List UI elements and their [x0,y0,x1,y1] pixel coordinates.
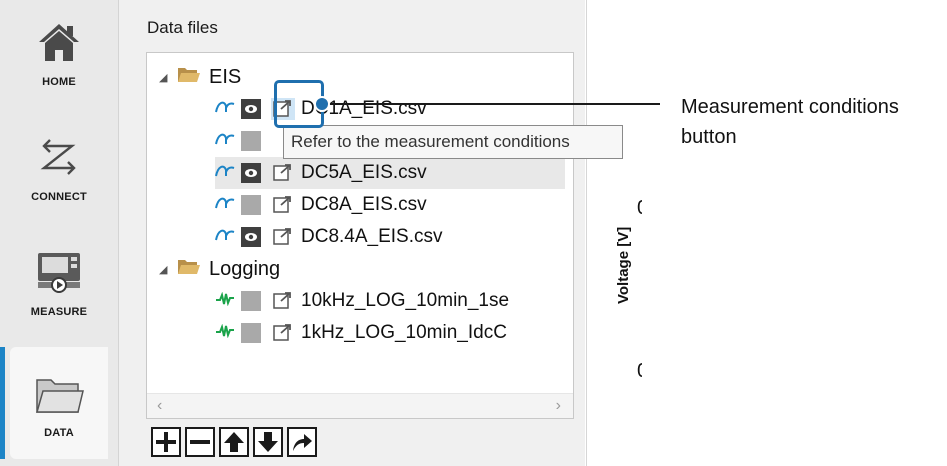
eis-wave-icon [215,196,237,215]
callout-line-2: button [681,126,737,148]
panel-title: Data files [147,18,218,37]
connect-icon [31,131,87,183]
add-file-button[interactable] [151,427,181,457]
folder-eis-row[interactable]: ◢ EIS [159,61,241,93]
visibility-toggle-off-icon[interactable] [241,323,261,343]
callout-line [322,103,660,105]
app-window: HOME CONNECT MEASURE DATA Data files ◢ E… [0,0,642,466]
y-tick-label: 0 [637,360,642,383]
remove-file-button[interactable] [185,427,215,457]
visibility-toggle-off-icon[interactable] [241,291,261,311]
visibility-eye-icon[interactable] [241,227,261,247]
callout-label: Measurement conditions button [681,92,946,152]
nav-measure-label: MEASURE [30,306,88,318]
share-export-button[interactable] [287,427,317,457]
nav-home-button[interactable]: HOME [10,2,108,114]
file-row[interactable]: DC8.4A_EIS.csv [215,221,565,253]
folder-logging-row[interactable]: ◢ Logging [159,253,280,285]
arrow-up-icon [224,432,244,452]
logging-wave-icon [215,323,237,343]
tooltip-text: Refer to the measurement conditions [291,132,570,151]
arrow-down-icon [258,432,278,452]
file-row[interactable]: 10kHz_LOG_10min_1se [215,285,573,317]
measurement-conditions-button[interactable] [271,226,295,248]
eis-wave-icon [215,164,237,183]
move-up-button[interactable] [219,427,249,457]
share-arrow-icon [293,434,312,451]
visibility-eye-icon[interactable] [241,99,261,119]
file-row[interactable]: DC5A_EIS.csv [215,157,565,189]
move-down-button[interactable] [253,427,283,457]
tooltip: Refer to the measurement conditions [283,125,623,159]
nav-home-label: HOME [42,76,76,88]
y-tick-label: 0 [637,197,642,220]
eis-wave-icon [215,132,237,151]
graph-area: 0 Voltage [V] 0 [586,0,642,466]
folder-icon [31,369,87,421]
visibility-eye-icon[interactable] [241,163,261,183]
measurement-conditions-button[interactable] [271,194,295,216]
file-row[interactable]: DC8A_EIS.csv [215,189,565,221]
eis-wave-icon [215,228,237,247]
folder-icon [177,258,203,281]
callout-dot [314,96,330,112]
nav-measure-button[interactable]: MEASURE [10,232,108,344]
scroll-left-arrow-icon[interactable]: ‹ [157,397,162,415]
scroll-right-arrow-icon[interactable]: › [556,397,561,415]
file-name: DC5A_EIS.csv [301,162,427,183]
callout-line-1: Measurement conditions [681,96,899,118]
file-name: 1kHz_LOG_10min_IdcC [301,322,507,343]
file-toolbar [151,427,317,457]
folder-icon [177,66,203,89]
home-icon [31,16,87,68]
data-files-panel: Data files ◢ EIS DC1A_EIS.csv DC5A_EIS.c… [119,0,585,466]
nav-data-label: DATA [44,427,74,439]
file-name: DC8A_EIS.csv [301,194,427,215]
plus-icon [156,432,176,452]
measurement-conditions-button[interactable] [271,290,295,312]
file-name: DC8.4A_EIS.csv [301,226,443,247]
file-row[interactable]: 1kHz_LOG_10min_IdcC [215,317,573,349]
nav-connect-label: CONNECT [31,191,87,203]
minus-icon [190,440,210,444]
measurement-conditions-button[interactable] [271,162,295,184]
file-tree: ◢ EIS DC1A_EIS.csv DC5A_EIS.csv DC8A_EIS… [146,52,574,419]
y-axis-label: Voltage [V] [615,226,632,304]
horizontal-scrollbar[interactable]: ‹ › [147,393,573,418]
measure-instrument-icon [31,246,87,298]
file-name: 10kHz_LOG_10min_1se [301,290,510,311]
side-nav: HOME CONNECT MEASURE DATA [0,0,119,466]
nav-connect-button[interactable]: CONNECT [10,117,108,229]
folder-name: EIS [209,65,242,88]
eis-wave-icon [215,100,237,119]
expand-triangle-icon[interactable]: ◢ [159,71,177,84]
nav-data-button[interactable]: DATA [0,347,108,459]
logging-wave-icon [215,291,237,311]
visibility-toggle-off-icon[interactable] [241,131,261,151]
folder-name: Logging [209,257,281,280]
file-row[interactable]: DC1A_EIS.csv [215,93,565,125]
visibility-toggle-off-icon[interactable] [241,195,261,215]
expand-triangle-icon[interactable]: ◢ [159,263,177,276]
measurement-conditions-button[interactable] [271,322,295,344]
